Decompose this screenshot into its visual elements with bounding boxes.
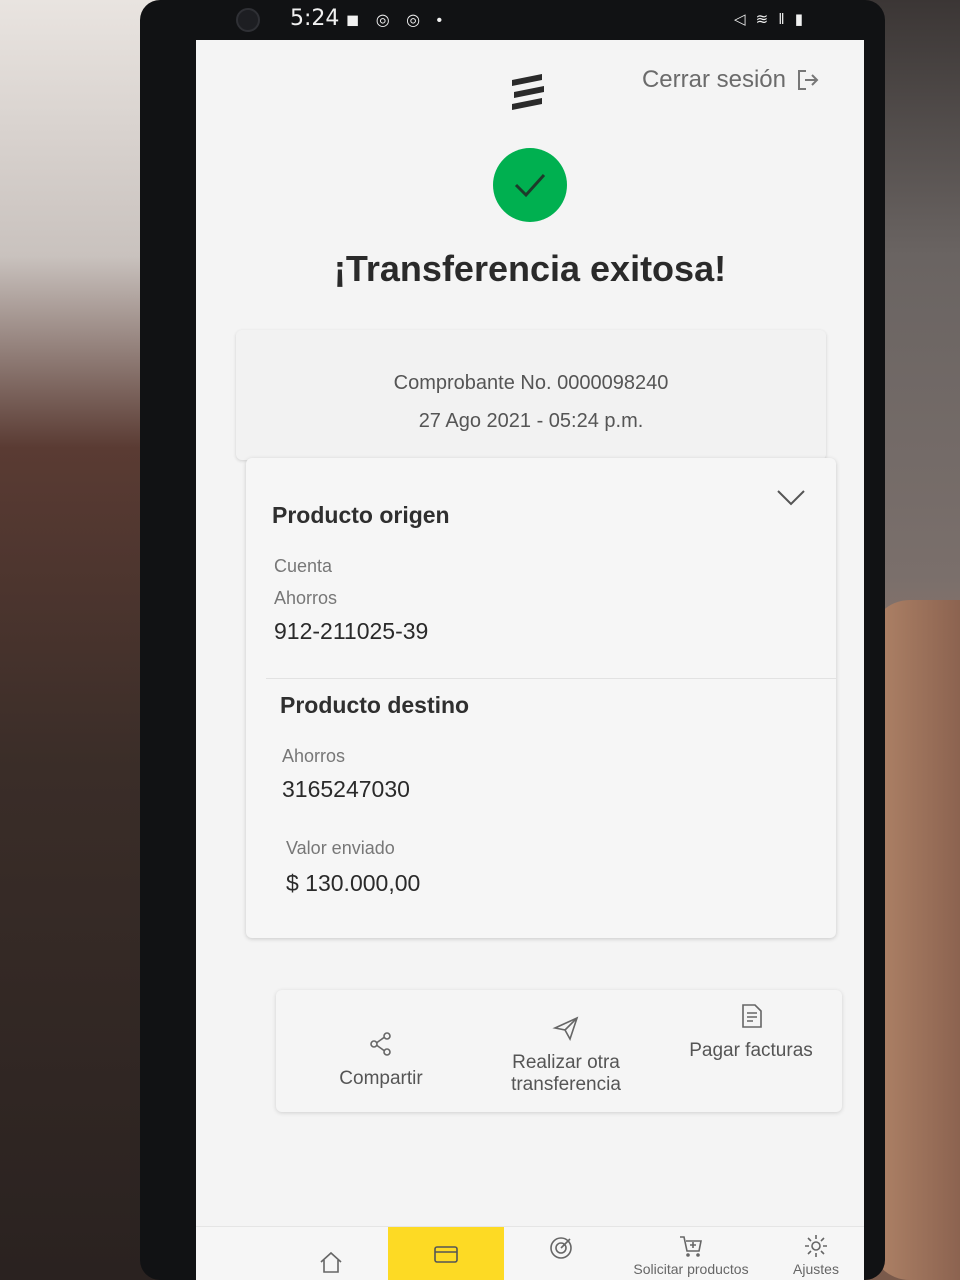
- transfer-datetime: 27 Ago 2021 - 05:24 p.m.: [418, 410, 644, 432]
- chevron-down-icon[interactable]: [776, 488, 806, 508]
- cart-add-icon: [680, 1236, 702, 1257]
- origin-type-label: Cuenta: [274, 556, 333, 576]
- actions-panel: Compartir Realizar otra transferencia Pa…: [276, 990, 842, 1112]
- home-icon: [320, 1251, 342, 1273]
- nav-products[interactable]: [388, 1227, 504, 1280]
- success-check-icon: [493, 148, 567, 222]
- gear-icon: [805, 1235, 827, 1257]
- bottom-nav: Solicitar productos Ajustes: [196, 1226, 864, 1280]
- logout-icon: [798, 70, 819, 90]
- nav-goals[interactable]: [536, 1227, 586, 1280]
- share-icon: [370, 1032, 391, 1056]
- destination-account-number: 3165247030: [282, 776, 410, 802]
- amount-label: Valor enviado: [286, 838, 395, 858]
- pay-bills-button[interactable]: Pagar facturas: [666, 990, 836, 1112]
- new-transfer-label-2: transferencia: [511, 1074, 621, 1095]
- destination-title: Producto destino: [280, 692, 470, 718]
- amount-value: $ 130.000,00: [286, 870, 421, 896]
- nav-settings-label: Ajustes: [793, 1261, 839, 1277]
- nav-request-products-label: Solicitar productos: [633, 1261, 749, 1277]
- logout-button[interactable]: Cerrar sesión: [642, 66, 820, 94]
- system-icons: ◁ ≋ ‖ ▮: [733, 11, 806, 28]
- new-transfer-button[interactable]: Realizar otra transferencia: [476, 990, 656, 1112]
- notification-icons: ◼ ◎ ◎ •: [346, 12, 449, 29]
- share-label: Compartir: [339, 1068, 423, 1089]
- origin-title: Producto origen: [272, 502, 450, 528]
- status-time: 5:24: [290, 6, 340, 31]
- status-bar: 5:24 ◼ ◎ ◎ • ◁ ≋ ‖ ▮: [196, 0, 836, 40]
- target-icon: [550, 1237, 572, 1259]
- pay-bills-label: Pagar facturas: [689, 1040, 813, 1061]
- destination-subtype-label: Ahorros: [282, 746, 346, 766]
- nav-home[interactable]: [306, 1227, 356, 1280]
- receipt-card: Comprobante No. 0000098240 27 Ago 2021 -…: [236, 330, 826, 460]
- new-transfer-label-1: Realizar otra: [512, 1052, 620, 1073]
- app-screen: Cerrar sesión ¡Transferencia exitosa! Co…: [196, 40, 864, 1280]
- page-title: ¡Transferencia exitosa!: [333, 248, 727, 289]
- voucher-number: Comprobante No. 0000098240: [393, 372, 669, 394]
- logout-label: Cerrar sesión: [641, 66, 786, 93]
- origin-account-number: 912-211025-39: [274, 618, 429, 644]
- transfer-icon: [552, 1016, 579, 1041]
- origin-subtype-label: Ahorros: [274, 588, 338, 608]
- nav-settings[interactable]: Ajustes: [786, 1227, 846, 1280]
- card-icon: [434, 1246, 458, 1263]
- share-button[interactable]: Compartir: [296, 990, 466, 1112]
- bank-logo-icon: [512, 74, 544, 110]
- transfer-details-card: Producto origen Cuenta Ahorros 912-21102…: [246, 458, 836, 938]
- divider: [266, 678, 836, 679]
- bill-icon: [742, 1004, 762, 1028]
- nav-request-products[interactable]: Solicitar productos: [616, 1227, 766, 1280]
